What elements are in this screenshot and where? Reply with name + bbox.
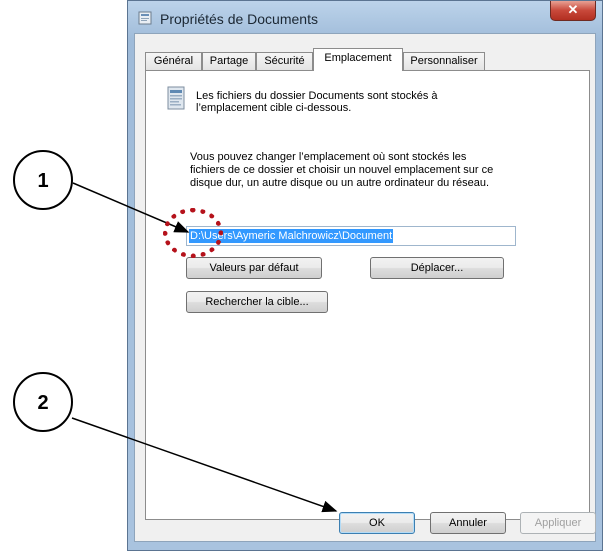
callout-2-arrow <box>71 417 338 513</box>
tab-location[interactable]: Emplacement <box>313 48 403 71</box>
annotation-arrows <box>71 182 338 513</box>
path-drive-highlight <box>163 208 223 258</box>
callout-2: 2 <box>13 372 73 432</box>
callout-1: 1 <box>13 150 73 210</box>
